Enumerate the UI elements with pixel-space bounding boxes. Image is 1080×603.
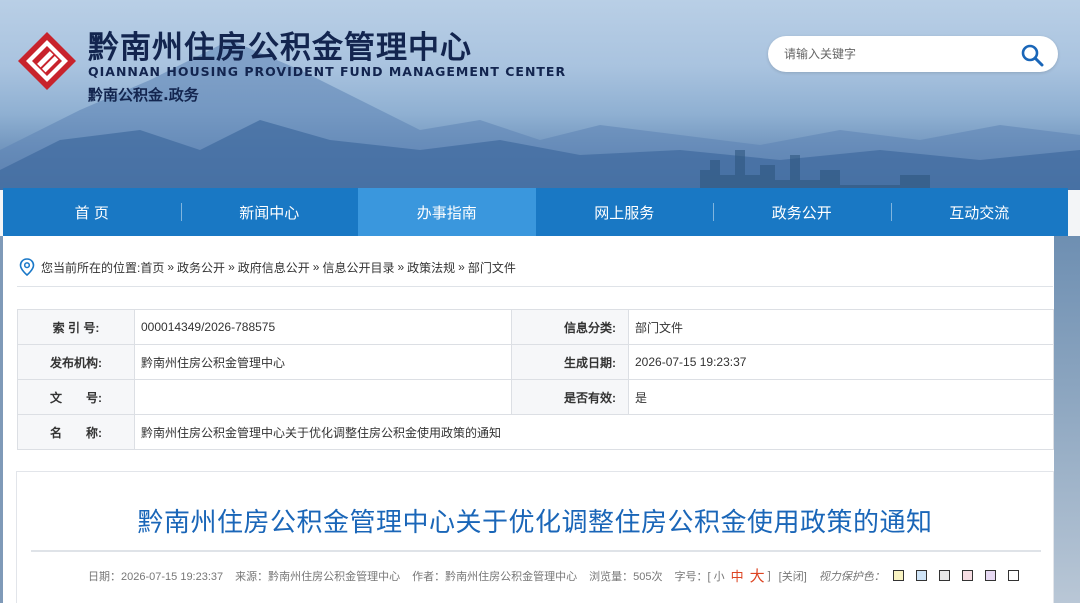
breadcrumb-gov-info[interactable]: 政府信息公开 <box>238 259 310 276</box>
breadcrumb-public-affairs[interactable]: 政务公开 <box>177 259 225 276</box>
table-row: 名 称: 黔南州住房公积金管理中心关于优化调整住房公积金使用政策的通知 <box>17 414 1054 450</box>
meta-source: 来源：黔南州住房公积金管理中心 <box>235 570 401 583</box>
meta-date: 日期：2026-07-15 19:23:37 <box>88 570 224 583</box>
swatch-pink[interactable] <box>961 570 973 581</box>
search-icon[interactable] <box>1020 43 1044 67</box>
main-nav: 首 页 新闻中心 办事指南 网上服务 政务公开 互动交流 <box>3 188 1068 236</box>
close-button[interactable]: [关闭] <box>779 568 807 584</box>
date-value: 2026-07-15 19:23:37 <box>628 344 1054 380</box>
meta-views: 浏览量：505次 <box>589 570 663 583</box>
category-value: 部门文件 <box>628 309 1054 345</box>
nav-item-public-affairs[interactable]: 政务公开 <box>713 188 891 236</box>
font-size-label: 字号：[ <box>674 570 711 583</box>
swatch-white[interactable] <box>1007 570 1019 581</box>
font-medium-button[interactable]: 中 <box>731 566 744 585</box>
meta-author: 作者：黔南州住房公积金管理中心 <box>412 570 578 583</box>
header-banner: 黔南州住房公积金管理中心 QIANNAN HOUSING PROVIDENT F… <box>0 0 1080 190</box>
article-box: 黔南州住房公积金管理中心关于优化调整住房公积金使用政策的通知 日期：2026-0… <box>16 471 1054 603</box>
index-label: 索 引 号: <box>17 309 135 345</box>
breadcrumb-prefix: 您当前所在的位置: <box>41 260 141 275</box>
swatch-gray[interactable] <box>938 570 950 581</box>
docno-label: 文 号: <box>17 379 135 415</box>
search-input[interactable] <box>784 44 1014 64</box>
name-label: 名 称: <box>17 414 135 450</box>
nav-item-news[interactable]: 新闻中心 <box>180 188 359 236</box>
breadcrumb: 您当前所在的位置: 首页 » 政务公开 » 政府信息公开 » 信息公开目录 » … <box>19 258 516 276</box>
nav-item-guide[interactable]: 办事指南 <box>358 188 536 236</box>
site-title-english: QIANNAN HOUSING PROVIDENT FUND MANAGEMEN… <box>88 64 567 79</box>
font-large-button[interactable]: 大 <box>750 565 765 586</box>
article-title: 黔南州住房公积金管理中心关于优化调整住房公积金使用政策的通知 <box>137 508 933 538</box>
divider <box>17 286 1053 287</box>
breadcrumb-separator: » <box>312 260 320 274</box>
breadcrumb-separator: » <box>228 260 235 274</box>
publisher-label: 发布机构: <box>17 344 135 380</box>
font-size-bracket: ] <box>767 569 771 582</box>
category-label: 信息分类: <box>511 309 629 345</box>
breadcrumb-separator: » <box>458 260 465 274</box>
site-title: 黔南州住房公积金管理中心 <box>88 30 472 66</box>
article-meta: 日期：2026-07-15 19:23:37 来源：黔南州住房公积金管理中心 作… <box>88 565 1031 586</box>
search-box <box>768 36 1058 72</box>
docno-value <box>134 379 512 415</box>
table-row: 文 号: 是否有效: 是 <box>17 379 1054 415</box>
table-row: 索 引 号: 000014349/2026-788575 信息分类: 部门文件 <box>17 309 1054 345</box>
nav-item-interaction[interactable]: 互动交流 <box>890 188 1069 236</box>
info-table: 索 引 号: 000014349/2026-788575 信息分类: 部门文件 … <box>17 309 1054 450</box>
breadcrumb-department-docs[interactable]: 部门文件 <box>468 259 516 276</box>
swatch-yellow[interactable] <box>892 570 904 581</box>
nav-item-online-service[interactable]: 网上服务 <box>536 188 714 236</box>
site-subtitle: 黔南公积金.政务 <box>88 86 199 104</box>
breadcrumb-home[interactable]: 首页 <box>140 259 164 276</box>
breadcrumb-separator: » <box>167 260 175 274</box>
swatch-blue[interactable] <box>915 570 927 581</box>
swatch-purple[interactable] <box>984 570 996 581</box>
font-small-button[interactable]: 小 <box>714 568 725 584</box>
main-content: 您当前所在的位置: 首页 » 政务公开 » 政府信息公开 » 信息公开目录 » … <box>3 236 1054 603</box>
publisher-value: 黔南州住房公积金管理中心 <box>134 344 512 380</box>
location-pin-icon <box>19 258 35 276</box>
valid-label: 是否有效: <box>511 379 629 415</box>
eye-protect-label: 视力保护色： <box>818 570 885 583</box>
divider <box>31 550 1041 552</box>
date-label: 生成日期: <box>511 344 629 380</box>
table-row: 发布机构: 黔南州住房公积金管理中心 生成日期: 2026-07-15 19:2… <box>17 344 1054 380</box>
name-value: 黔南州住房公积金管理中心关于优化调整住房公积金使用政策的通知 <box>134 414 1054 450</box>
breadcrumb-policies[interactable]: 政策法规 <box>407 259 455 276</box>
breadcrumb-separator: » <box>397 260 405 274</box>
nav-item-home[interactable]: 首 页 <box>3 188 181 236</box>
valid-value: 是 <box>628 379 1054 415</box>
index-value: 000014349/2026-788575 <box>134 309 512 345</box>
breadcrumb-info-catalog[interactable]: 信息公开目录 <box>322 259 394 276</box>
logo-icon <box>18 32 76 90</box>
background-strip-right <box>1054 236 1080 603</box>
